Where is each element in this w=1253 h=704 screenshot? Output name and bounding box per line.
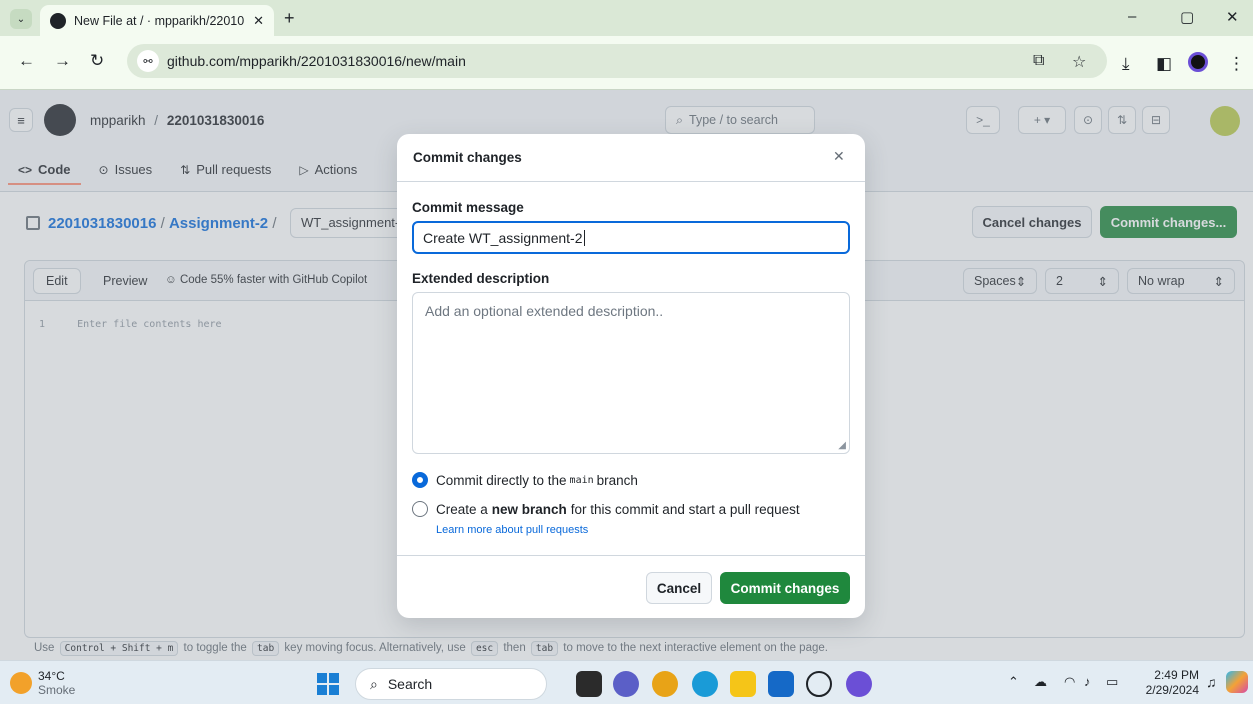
clock-date: 2/29/2024 <box>1145 683 1199 697</box>
dialog-title: Commit changes <box>413 150 522 165</box>
browser-toolbar: ← → ↻ ⚯ github.com/mpparikh/220103183001… <box>0 36 1253 90</box>
install-app-icon[interactable]: ⧉ <box>1033 52 1044 70</box>
battery-icon[interactable]: ▭ <box>1106 674 1118 690</box>
mail-icon[interactable] <box>768 671 794 697</box>
commit-dialog: Commit changes ✕ Commit message Create W… <box>397 134 865 618</box>
site-settings-icon[interactable]: ⚯ <box>137 50 159 72</box>
option-new-suffix: for this commit and start a pull request <box>570 501 800 517</box>
windows-taskbar: 34°C Smoke ⌕ Search ⌃ ☁ ◠ ♪ ▭ 2:49 PM 2/… <box>0 660 1253 704</box>
branch-name: main <box>569 474 594 486</box>
option-new-prefix: Create a <box>436 501 488 517</box>
commit-message-value: Create WT_assignment-2 <box>423 229 583 246</box>
taskbar-search-label: Search <box>387 676 433 692</box>
notification-bell-icon[interactable]: ♫ <box>1206 674 1217 690</box>
edge-icon[interactable] <box>692 671 718 697</box>
commit-direct-option[interactable]: Commit directly to the main branch <box>412 472 638 488</box>
extended-description-label: Extended description <box>412 271 550 286</box>
radio-unselected-icon[interactable] <box>412 501 428 517</box>
download-icon[interactable]: ⤓ <box>1122 54 1130 74</box>
github-favicon-icon <box>50 12 66 29</box>
browser-tab-bar: ⌄ New File at / · mpparikh/22010 ✕ + – ▢… <box>0 0 1253 36</box>
extended-description-placeholder: Add an optional extended description.. <box>425 303 664 319</box>
back-icon[interactable]: ← <box>18 51 35 71</box>
commit-new-branch-option[interactable]: Create a new branch for this commit and … <box>412 501 800 517</box>
minimize-icon[interactable]: – <box>1128 8 1136 25</box>
profile-avatar[interactable] <box>1188 52 1208 72</box>
resize-grip-icon[interactable]: ◢ <box>838 440 846 451</box>
forward-icon[interactable]: → <box>54 51 71 71</box>
text-caret <box>583 229 585 246</box>
cancel-button[interactable]: Cancel <box>646 572 712 604</box>
address-bar[interactable]: ⚯ github.com/mpparikh/2201031830016/new/… <box>127 44 1107 78</box>
copilot-taskbar-icon[interactable] <box>1226 671 1248 693</box>
weather-icon[interactable] <box>10 672 32 694</box>
tray-chevron-up-icon[interactable]: ⌃ <box>1008 674 1019 690</box>
clock-time: 2:49 PM <box>1154 668 1199 682</box>
tab-search-chevron-down-icon[interactable]: ⌄ <box>10 9 32 29</box>
window-close-icon[interactable]: ✕ <box>1226 8 1239 26</box>
file-explorer-icon[interactable] <box>730 671 756 697</box>
search-icon: ⌕ <box>370 675 378 692</box>
windows-start-icon[interactable] <box>317 673 339 695</box>
chrome-profile-icon[interactable] <box>846 671 872 697</box>
weather-temperature: 34°C <box>38 669 65 683</box>
whatsapp-icon[interactable] <box>806 671 832 697</box>
onedrive-icon[interactable]: ☁ <box>1034 674 1047 690</box>
weather-widget[interactable]: 34°C Smoke <box>38 669 75 697</box>
wifi-icon[interactable]: ◠ <box>1064 674 1075 690</box>
dialog-close-icon[interactable]: ✕ <box>833 148 845 165</box>
side-panel-icon[interactable]: ◧ <box>1156 54 1172 74</box>
taskbar-search[interactable]: ⌕ Search <box>355 668 547 700</box>
browser-menu-icon[interactable]: ⋮ <box>1228 54 1245 74</box>
chrome-icon[interactable] <box>652 671 678 697</box>
address-url[interactable]: github.com/mpparikh/2201031830016/new/ma… <box>167 53 466 69</box>
tab-close-icon[interactable]: ✕ <box>253 13 264 29</box>
extended-description-textarea[interactable]: Add an optional extended description.. ◢ <box>412 292 850 454</box>
commit-message-input[interactable]: Create WT_assignment-2 <box>412 221 850 254</box>
volume-icon[interactable]: ♪ <box>1084 674 1091 689</box>
weather-condition: Smoke <box>38 683 76 697</box>
bookmark-star-icon[interactable]: ☆ <box>1072 52 1086 72</box>
learn-more-link[interactable]: Learn more about pull requests <box>436 524 588 536</box>
commit-changes-button[interactable]: Commit changes <box>720 572 850 604</box>
taskbar-clock[interactable]: 2:49 PM 2/29/2024 <box>1143 668 1199 698</box>
option-direct-prefix: Commit directly to the <box>436 472 567 488</box>
restore-icon[interactable]: ▢ <box>1180 8 1194 26</box>
commit-message-label: Commit message <box>412 200 524 215</box>
dialog-footer: Cancel Commit changes <box>397 555 865 618</box>
dialog-header: Commit changes ✕ <box>397 134 865 182</box>
reload-icon[interactable]: ↻ <box>90 51 104 71</box>
teams-icon[interactable] <box>613 671 639 697</box>
task-view-icon[interactable] <box>576 671 602 697</box>
tab-title: New File at / · mpparikh/22010 <box>74 13 245 28</box>
option-direct-suffix: branch <box>596 472 638 488</box>
option-new-bold: new branch <box>491 501 567 517</box>
browser-tab-active[interactable]: New File at / · mpparikh/22010 ✕ <box>40 5 274 36</box>
new-tab-icon[interactable]: + <box>284 8 295 29</box>
radio-selected-icon[interactable] <box>412 472 428 488</box>
